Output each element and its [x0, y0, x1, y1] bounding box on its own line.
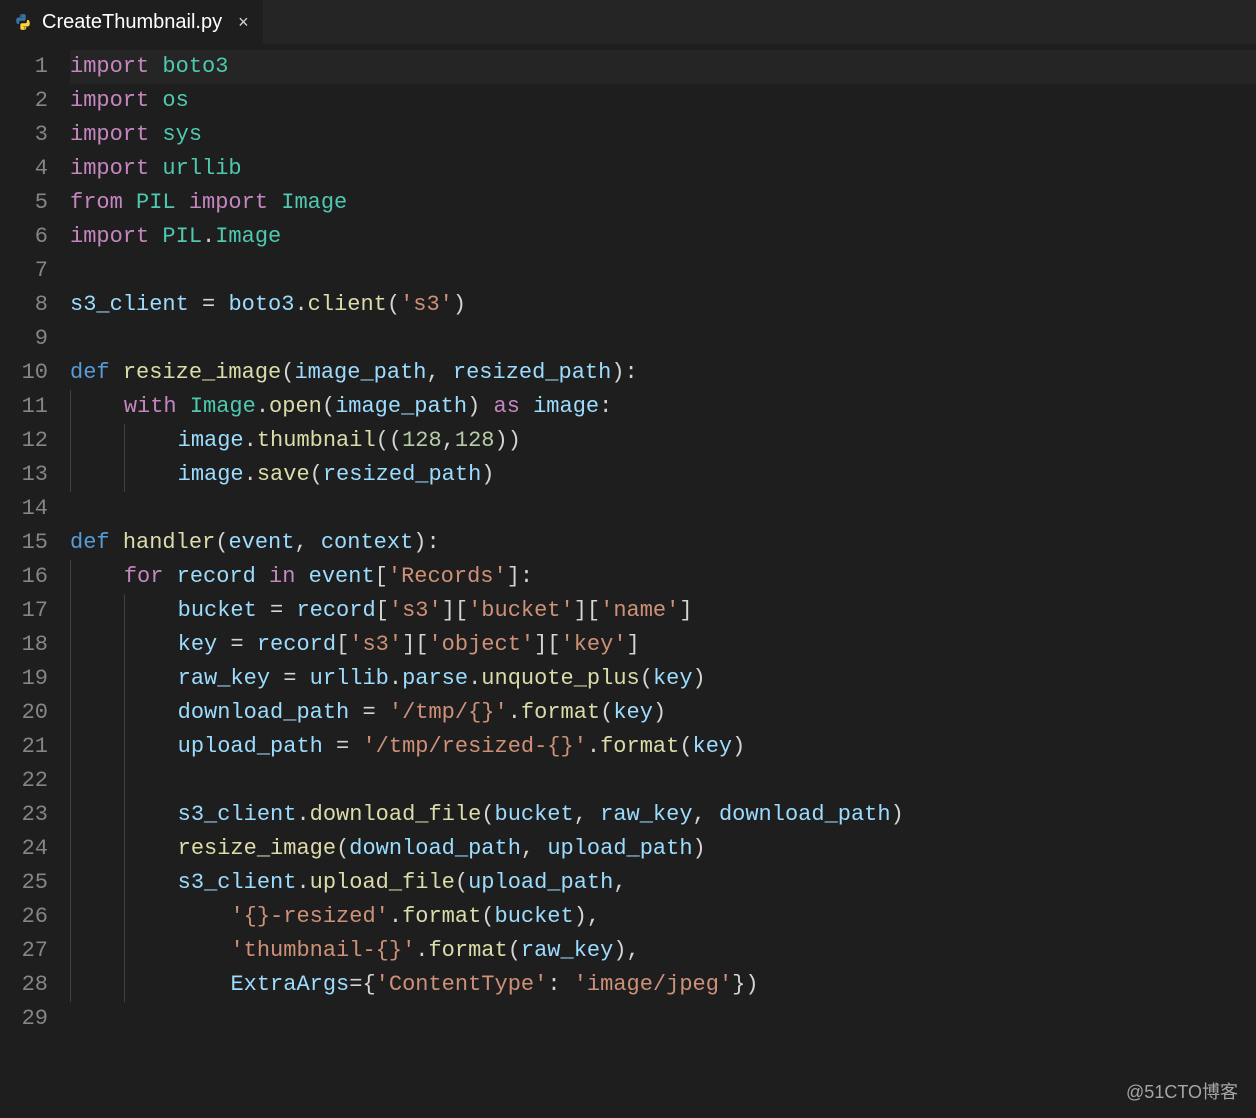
line-number: 10 — [0, 356, 48, 390]
code-editor[interactable]: 1234567891011121314151617181920212223242… — [0, 44, 1256, 1118]
line-number: 15 — [0, 526, 48, 560]
line-number: 4 — [0, 152, 48, 186]
line-number: 6 — [0, 220, 48, 254]
line-number: 21 — [0, 730, 48, 764]
line-number: 28 — [0, 968, 48, 1002]
code-line[interactable]: import urllib — [70, 152, 1256, 186]
code-line[interactable] — [70, 1002, 1256, 1036]
code-line[interactable]: s3_client.download_file(bucket, raw_key,… — [70, 798, 1256, 832]
line-number: 7 — [0, 254, 48, 288]
line-number: 13 — [0, 458, 48, 492]
line-number: 2 — [0, 84, 48, 118]
code-line[interactable]: 'thumbnail-{}'.format(raw_key), — [70, 934, 1256, 968]
code-line[interactable]: '{}-resized'.format(bucket), — [70, 900, 1256, 934]
code-area[interactable]: import boto3import osimport sysimport ur… — [70, 44, 1256, 1118]
code-line[interactable]: def resize_image(image_path, resized_pat… — [70, 356, 1256, 390]
tab-bar: CreateThumbnail.py × — [0, 0, 1256, 44]
editor-tab[interactable]: CreateThumbnail.py × — [0, 0, 264, 44]
line-number: 16 — [0, 560, 48, 594]
code-line[interactable]: import os — [70, 84, 1256, 118]
code-line[interactable]: upload_path = '/tmp/resized-{}'.format(k… — [70, 730, 1256, 764]
line-number: 14 — [0, 492, 48, 526]
line-number: 22 — [0, 764, 48, 798]
line-number: 12 — [0, 424, 48, 458]
code-line[interactable]: ExtraArgs={'ContentType': 'image/jpeg'}) — [70, 968, 1256, 1002]
line-number: 25 — [0, 866, 48, 900]
code-line[interactable] — [70, 322, 1256, 356]
line-number: 19 — [0, 662, 48, 696]
code-line[interactable]: from PIL import Image — [70, 186, 1256, 220]
code-line[interactable]: with Image.open(image_path) as image: — [70, 390, 1256, 424]
close-icon[interactable]: × — [238, 12, 249, 33]
line-number-gutter: 1234567891011121314151617181920212223242… — [0, 44, 70, 1118]
watermark-text: @51CTO博客 — [1126, 1078, 1238, 1104]
line-number: 23 — [0, 798, 48, 832]
code-line[interactable] — [70, 492, 1256, 526]
line-number: 20 — [0, 696, 48, 730]
line-number: 24 — [0, 832, 48, 866]
line-number: 17 — [0, 594, 48, 628]
line-number: 9 — [0, 322, 48, 356]
code-line[interactable] — [70, 764, 1256, 798]
code-line[interactable]: key = record['s3']['object']['key'] — [70, 628, 1256, 662]
line-number: 11 — [0, 390, 48, 424]
line-number: 26 — [0, 900, 48, 934]
code-line[interactable]: image.thumbnail((128,128)) — [70, 424, 1256, 458]
line-number: 29 — [0, 1002, 48, 1036]
python-icon — [14, 13, 32, 31]
tab-filename: CreateThumbnail.py — [42, 11, 222, 34]
line-number: 5 — [0, 186, 48, 220]
code-line[interactable]: image.save(resized_path) — [70, 458, 1256, 492]
code-line[interactable]: def handler(event, context): — [70, 526, 1256, 560]
code-line[interactable]: import PIL.Image — [70, 220, 1256, 254]
code-line[interactable]: download_path = '/tmp/{}'.format(key) — [70, 696, 1256, 730]
code-line[interactable]: s3_client.upload_file(upload_path, — [70, 866, 1256, 900]
code-line[interactable]: import boto3 — [70, 50, 1256, 84]
line-number: 8 — [0, 288, 48, 322]
code-line[interactable]: for record in event['Records']: — [70, 560, 1256, 594]
code-line[interactable] — [70, 254, 1256, 288]
line-number: 27 — [0, 934, 48, 968]
line-number: 18 — [0, 628, 48, 662]
line-number: 3 — [0, 118, 48, 152]
code-line[interactable]: bucket = record['s3']['bucket']['name'] — [70, 594, 1256, 628]
code-line[interactable]: s3_client = boto3.client('s3') — [70, 288, 1256, 322]
code-line[interactable]: resize_image(download_path, upload_path) — [70, 832, 1256, 866]
line-number: 1 — [0, 50, 48, 84]
code-line[interactable]: raw_key = urllib.parse.unquote_plus(key) — [70, 662, 1256, 696]
code-line[interactable]: import sys — [70, 118, 1256, 152]
